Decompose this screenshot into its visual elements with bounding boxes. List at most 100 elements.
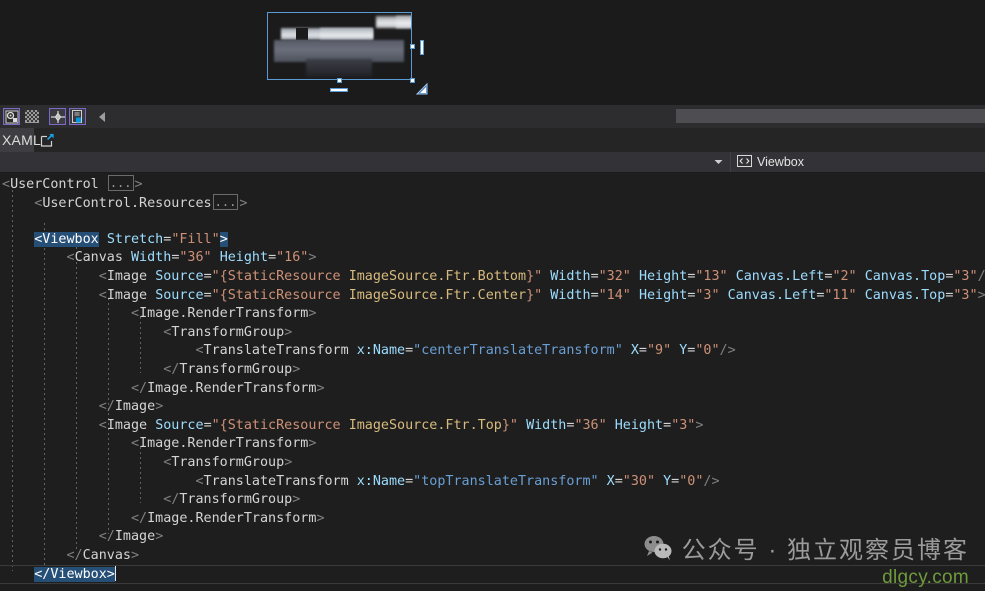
code-token: Source [155, 268, 204, 284]
code-line[interactable]: </TransformGroup> [0, 361, 985, 380]
collapsed-region-toggle[interactable]: ... [212, 193, 239, 210]
code-token-selected: > [219, 231, 228, 247]
code-line[interactable]: </Viewbox> [0, 565, 985, 585]
code-token: /> [703, 473, 720, 489]
width-grip-icon[interactable] [420, 40, 424, 55]
code-line[interactable]: <Image.RenderTransform> [0, 435, 985, 454]
code-line[interactable]: <Image Source="{StaticResource ImageSour… [0, 287, 985, 306]
code-line[interactable]: <TranslateTransform x:Name="centerTransl… [0, 342, 985, 361]
code-token: > [155, 529, 164, 545]
code-token: > [292, 361, 301, 377]
xaml-code-editor[interactable]: <UserControl ... > <UserControl.Resources… [0, 173, 985, 591]
code-token: X [606, 473, 615, 489]
collapsed-region-toggle[interactable]: ... [107, 175, 134, 191]
code-line[interactable]: </TransformGroup> [0, 491, 985, 510]
chevron-down-icon[interactable] [710, 152, 728, 172]
editor-tab-row: XAML [0, 128, 985, 152]
resize-handle-right[interactable] [410, 44, 415, 49]
designer-toolbar [0, 105, 985, 128]
code-line[interactable] [0, 212, 985, 231]
code-token: = [405, 473, 414, 489]
code-line[interactable]: <TranslateTransform x:Name="topTranslate… [0, 473, 985, 492]
code-token: > [977, 287, 985, 303]
selector-divider [729, 152, 731, 172]
popout-window-icon[interactable] [34, 128, 60, 152]
artboard-icon[interactable] [69, 108, 86, 125]
code-token: < [98, 268, 107, 284]
element-selector-bar: Viewbox [0, 152, 985, 173]
code-token: TranslateTransform [203, 473, 349, 489]
tab-xaml[interactable]: XAML [0, 128, 41, 152]
code-line[interactable]: </Canvas> [0, 547, 985, 566]
code-token: Canvas.Left [735, 268, 825, 284]
transparency-grid-icon[interactable] [23, 108, 40, 125]
resize-handle-bottom[interactable] [337, 78, 342, 83]
code-token: < [131, 436, 140, 452]
zoom-settings-icon[interactable] [3, 108, 20, 125]
code-line[interactable]: </Image.RenderTransform> [0, 510, 985, 529]
code-token: Width [550, 287, 591, 303]
code-token: "32" [598, 268, 631, 284]
code-token: > [131, 547, 140, 563]
code-line[interactable]: </Image.RenderTransform> [0, 380, 985, 399]
code-token: "14" [598, 287, 631, 303]
code-token: > [308, 306, 317, 322]
code-line[interactable]: <Image Source="{StaticResource ImageSour… [0, 417, 985, 436]
code-line[interactable]: <UserControl ... > [0, 175, 985, 194]
code-lines[interactable]: <UserControl ... > <UserControl.Resources… [0, 173, 985, 585]
collapse-pane-icon[interactable] [94, 109, 110, 125]
code-line[interactable]: <Viewbox Stretch="Fill"> [0, 231, 985, 250]
code-token: Canvas.Top [864, 268, 946, 284]
code-line[interactable]: </Image> [0, 528, 985, 547]
code-line[interactable]: <Canvas Width="36" Height="16"> [0, 249, 985, 268]
code-token-selected: </Viewbox> [34, 567, 115, 583]
design-surface[interactable] [267, 12, 428, 95]
code-token: "9" [646, 343, 672, 359]
code-line[interactable]: <UserControl.Resources... > [0, 193, 985, 213]
code-line[interactable]: <TransformGroup> [0, 324, 985, 343]
xml-element-icon [736, 154, 752, 170]
resize-corner-icon[interactable] [415, 82, 429, 96]
code-token: Image [114, 399, 156, 415]
code-token: = [268, 250, 277, 266]
code-token: </ [131, 380, 148, 396]
code-token: = [663, 417, 672, 433]
code-line[interactable]: <Image.RenderTransform> [0, 305, 985, 324]
code-token: </ [163, 361, 180, 377]
code-token: "3" [695, 287, 720, 303]
code-token: "{StaticResource [211, 287, 349, 303]
xaml-designer-pane[interactable] [0, 0, 985, 105]
code-line[interactable]: <TransformGroup> [0, 454, 985, 473]
code-token: TranslateTransform [203, 343, 349, 359]
code-token: ImageSource.Ftr.Bottom [348, 268, 527, 284]
code-line[interactable]: </Image> [0, 398, 985, 417]
code-token: = [203, 287, 212, 303]
code-token: </ [131, 510, 148, 526]
code-token: Image.RenderTransform [147, 380, 317, 396]
selected-element-chip[interactable]: Viewbox [733, 152, 810, 172]
code-token: "3" [671, 417, 696, 433]
code-line[interactable]: <Image Source="{StaticResource ImageSour… [0, 268, 985, 287]
snap-crosshair-icon[interactable] [49, 108, 66, 125]
designer-horizontal-scrollbar[interactable] [676, 109, 985, 123]
code-token: > [134, 177, 143, 192]
height-grip-icon[interactable] [330, 88, 348, 92]
